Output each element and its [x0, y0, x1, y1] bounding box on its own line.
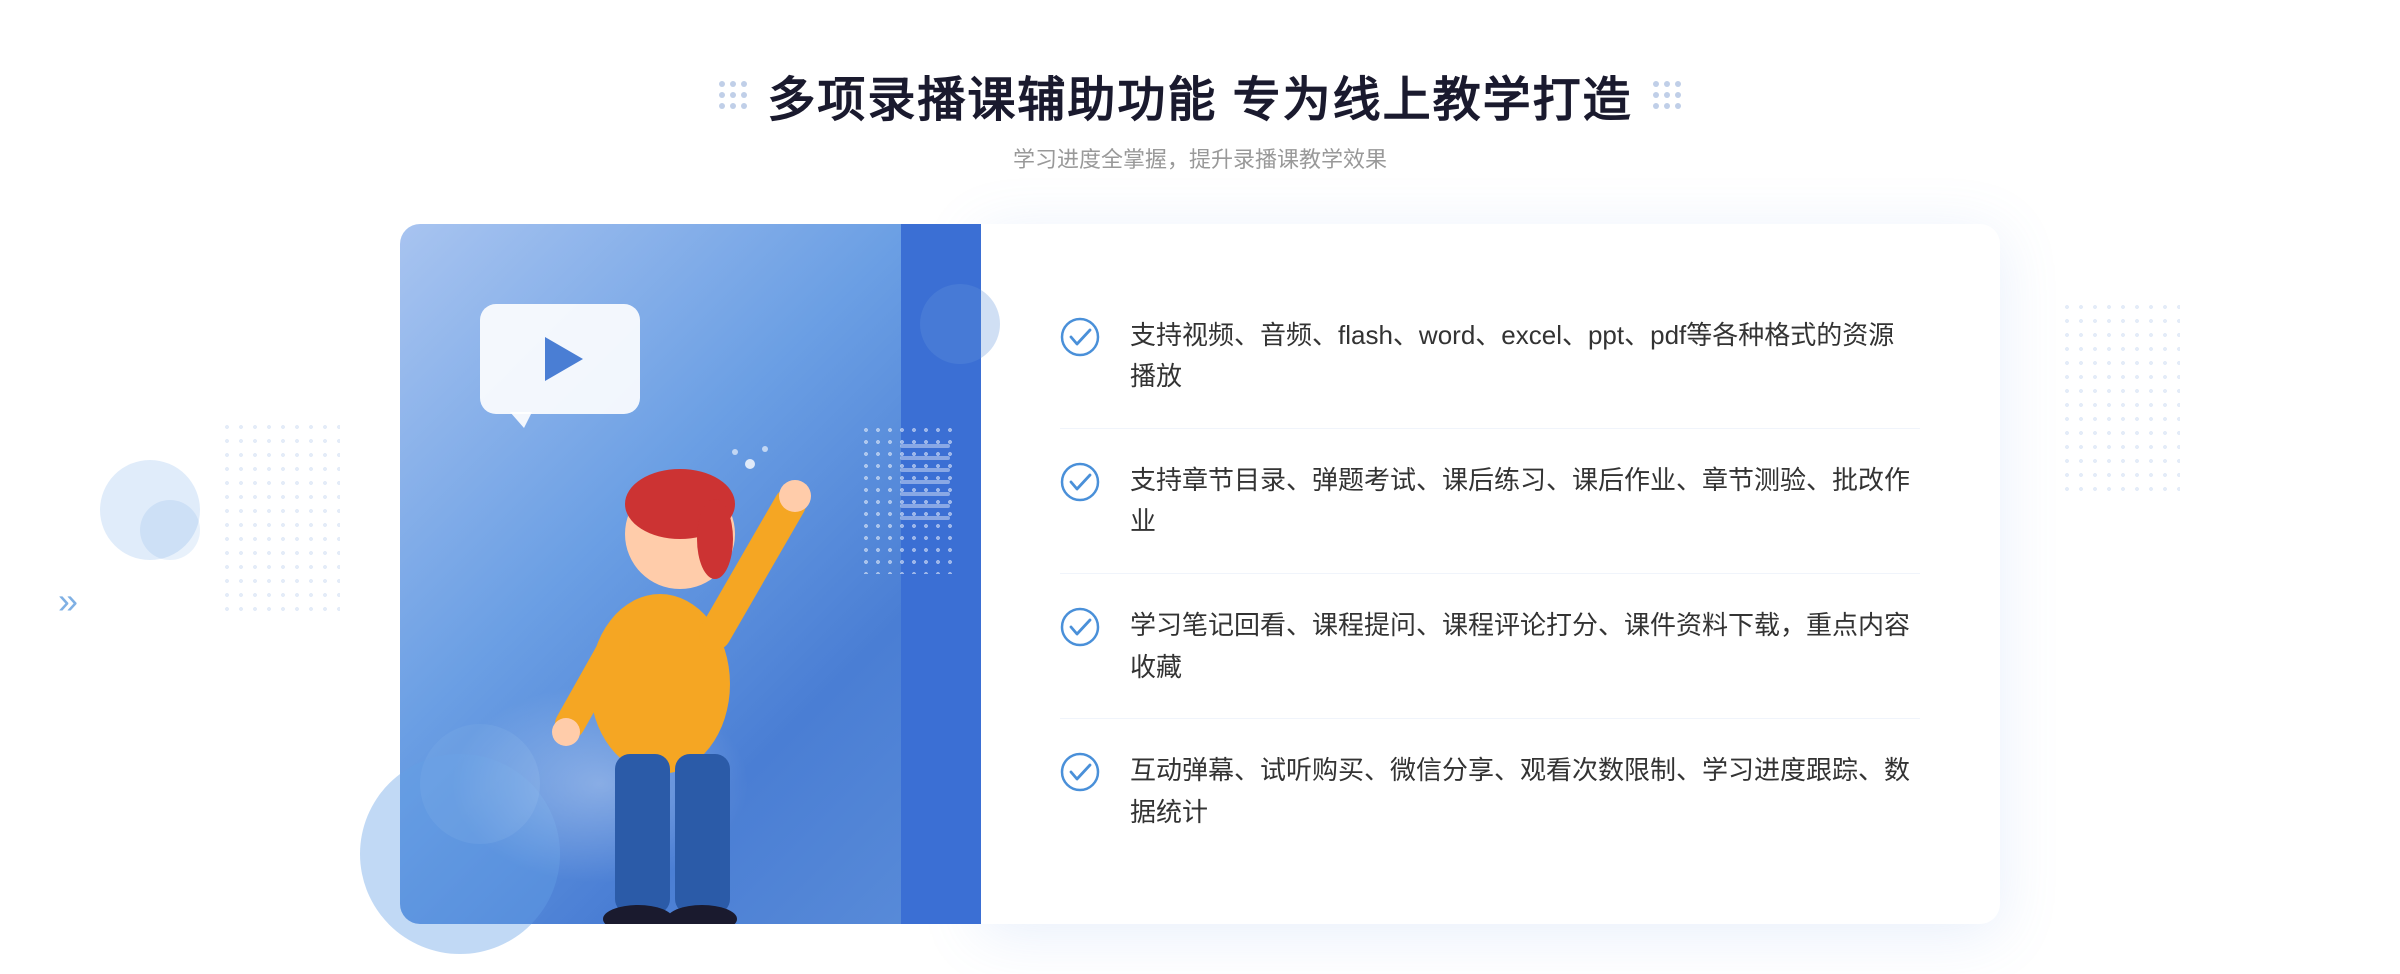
chevron-left-icon: »	[58, 580, 78, 622]
check-icon-1	[1060, 317, 1100, 357]
feature-text-3: 学习笔记回看、课程提问、课程评论打分、课件资料下载，重点内容收藏	[1130, 605, 1920, 688]
person-illustration	[460, 304, 900, 924]
feature-text-2: 支持章节目录、弹题考试、课后练习、课后作业、章节测验、批改作业	[1130, 460, 1920, 543]
feature-item-3: 学习笔记回看、课程提问、课程评论打分、课件资料下载，重点内容收藏	[1060, 575, 1920, 719]
deco-circle-2	[140, 500, 200, 560]
content-area: 支持视频、音频、flash、word、excel、ppt、pdf等各种格式的资源…	[400, 224, 2000, 924]
stripes-decoration	[900, 444, 950, 564]
dots-left	[220, 420, 340, 620]
check-icon-3	[1060, 607, 1100, 647]
dot-grid-right	[1653, 81, 1681, 109]
dot-grid-left	[719, 81, 747, 109]
feature-text-1: 支持视频、音频、flash、word、excel、ppt、pdf等各种格式的资源…	[1130, 315, 1920, 398]
feature-item-4: 互动弹幕、试听购买、微信分享、观看次数限制、学习进度跟踪、数据统计	[1060, 720, 1920, 863]
content-panel: 支持视频、音频、flash、word、excel、ppt、pdf等各种格式的资源…	[980, 224, 2000, 924]
illustration-panel	[400, 224, 980, 924]
dots-right	[2060, 300, 2180, 500]
check-icon-4	[1060, 752, 1100, 792]
page-wrapper: » 多项录播课辅助功能 专为线上教学打造 学习进度全掌握，提升录播课教学效果	[0, 0, 2400, 974]
feature-item-2: 支持章节目录、弹题考试、课后练习、课后作业、章节测验、批改作业	[1060, 430, 1920, 574]
circle-small-top	[920, 284, 1000, 364]
page-subtitle: 学习进度全掌握，提升录播课教学效果	[719, 142, 1680, 174]
header-section: 多项录播课辅助功能 专为线上教学打造 学习进度全掌握，提升录播课教学效果	[719, 60, 1680, 174]
page-title: 多项录播课辅助功能 专为线上教学打造	[767, 60, 1632, 130]
check-icon-2	[1060, 462, 1100, 502]
feature-text-4: 互动弹幕、试听购买、微信分享、观看次数限制、学习进度跟踪、数据统计	[1130, 750, 1920, 833]
feature-item-1: 支持视频、音频、flash、word、excel、ppt、pdf等各种格式的资源…	[1060, 285, 1920, 429]
header-decorators: 多项录播课辅助功能 专为线上教学打造	[719, 60, 1680, 130]
